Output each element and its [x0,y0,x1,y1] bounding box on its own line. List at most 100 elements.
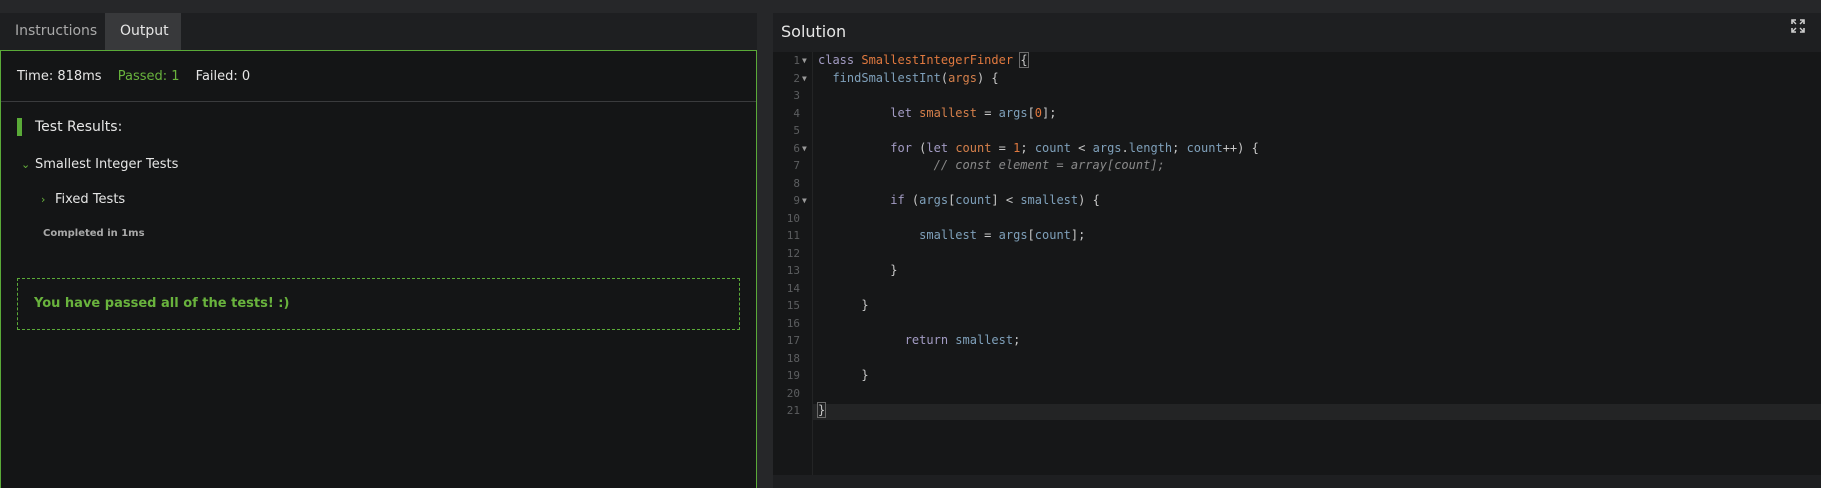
code-token: ( [911,140,927,155]
code-token: smallest [1020,193,1079,207]
code-token: } [861,368,869,382]
code-token: return [904,333,949,347]
code-token: smallest [955,333,1014,347]
code-token: SmallestIntegerFinder [861,53,1014,67]
code-line: } [818,262,897,279]
test-group-fixed-tests[interactable]: › Fixed Tests [41,192,125,207]
line-number: 4 [793,106,800,120]
passed-count: Passed: 1 [117,69,180,84]
tab-bar: Instructions Output [0,13,757,50]
active-line-highlight [813,404,1821,420]
line-number: 21 [786,404,800,417]
solution-panel: Solution 1 2 3 4 5 6 7 8 9 10 11 12 13 1… [773,13,1821,488]
test-group-smallest-integer[interactable]: ⌄ Smallest Integer Tests [21,157,178,172]
test-group-label: Smallest Integer Tests [35,157,179,172]
code-token: } [816,402,827,418]
code-token: ++) { [1222,140,1259,155]
line-number: 11 [786,229,800,242]
output-panel: Time: 818ms Passed: 1 Failed: 0 Test Res… [0,50,757,488]
fold-toggle-icon[interactable]: ▼ [802,70,807,87]
line-number: 7 [793,159,800,172]
code-token: smallest [919,228,977,242]
left-panel: Instructions Output Time: 818ms Passed: … [0,13,757,488]
line-number: 3 [793,89,800,102]
solution-title: Solution [781,22,847,41]
test-subgroup-label: Fixed Tests [55,192,126,207]
line-number: 13 [786,264,800,277]
code-token: args [948,70,977,85]
code-editor[interactable]: 1 2 3 4 5 6 7 8 9 10 11 12 13 14 15 16 1… [773,52,1821,475]
line-number: 8 [793,176,800,190]
time-label: Time: 818ms [17,69,102,84]
code-token: count [1034,140,1071,155]
code-token: 0 [1034,105,1043,120]
failed-count: Failed: 0 [195,69,251,84]
code-token: ]; [1042,105,1057,120]
line-number: 17 [786,334,800,347]
code-line: smallest = args[count]; [818,227,1085,244]
code-token: count [1186,140,1223,155]
code-token: ]; [1070,228,1086,242]
line-number: 16 [786,316,800,330]
code-line: let smallest = args[0]; [818,105,1056,122]
code-token: ( [940,70,949,85]
chevron-down-icon: ⌄ [21,158,31,171]
code-token: [ [1027,228,1035,242]
line-number: 5 [793,124,800,137]
code-token: length [1128,140,1173,155]
completed-time: Completed in 1ms [43,228,145,239]
status-bar: Time: 818ms Passed: 1 Failed: 0 [1,51,756,102]
code-token: findSmallestInt [832,70,941,85]
line-number: 19 [786,369,800,382]
code-token: ( [904,193,920,207]
code-token: ] < [991,193,1021,207]
code-token: count [955,140,992,155]
code-token: ; [1172,140,1187,155]
line-number: 15 [786,299,800,312]
code-line: } [818,367,869,384]
line-number: 9 [793,194,800,207]
code-token: . [1121,140,1129,155]
code-token: = [991,140,1014,155]
fold-toggle-icon[interactable]: ▼ [802,52,807,69]
code-line: // const element = array[count]; [818,157,1165,174]
code-token: let [890,105,912,120]
tab-instructions[interactable]: Instructions [0,13,105,50]
code-token: smallest [919,105,977,120]
line-number: 18 [786,351,800,365]
fold-toggle-icon[interactable]: ▼ [802,140,807,157]
code-line: if (args[count] < smallest) { [818,192,1100,209]
code-token: class [818,53,855,67]
code-token: count [1034,228,1071,242]
code-line: findSmallestInt(args) { [818,70,999,87]
line-number: 2 [793,71,800,85]
line-number: 14 [786,281,800,295]
pass-message: You have passed all of the tests! :) [17,278,740,330]
code-token: } [890,263,898,277]
code-token: ) { [976,70,999,85]
code-token: = [976,105,999,120]
fold-toggle-icon[interactable]: ▼ [802,192,807,209]
code-line: return smallest; [818,332,1021,349]
tab-output[interactable]: Output [105,13,181,50]
code-token: { [1019,52,1029,68]
code-line: } [818,297,869,314]
line-number: 12 [786,246,800,260]
code-token: count [955,193,992,207]
code-token: = [976,228,999,242]
code-token: ) { [1078,193,1100,207]
code-token: args [998,105,1028,120]
code-token: args [1092,140,1122,155]
code-token: args [919,193,949,207]
code-token: [ [1027,105,1035,120]
line-number: 1 [793,54,800,67]
line-number: 10 [786,211,800,225]
expand-icon-graphic [1791,19,1805,33]
chevron-right-icon: › [41,193,46,206]
code-token: let [926,140,949,155]
expand-icon[interactable] [1791,19,1807,35]
code-token: args [998,228,1028,242]
code-token: < [1070,140,1093,155]
code-token: } [861,298,869,312]
code-token: ; [1020,140,1035,155]
